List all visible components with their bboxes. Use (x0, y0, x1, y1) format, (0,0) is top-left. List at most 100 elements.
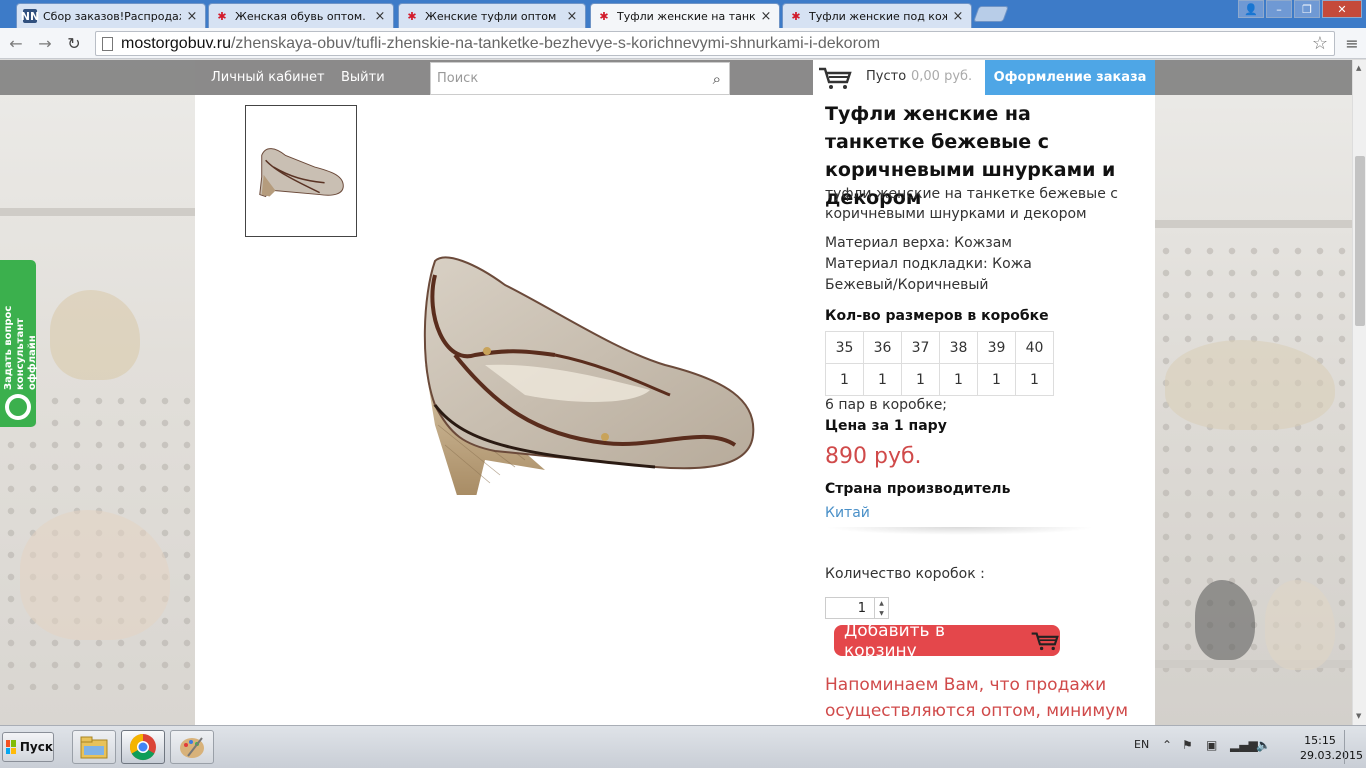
close-tab-icon[interactable]: × (373, 9, 387, 24)
star-icon: ✱ (791, 9, 801, 23)
consultant-line1: Задать вопрос (3, 305, 14, 390)
page-viewport: Личный кабинет Выйти Поиск ⌕ Пусто 0,00 … (0, 60, 1352, 725)
count-cell: 1 (825, 363, 864, 396)
new-tab-button[interactable] (973, 6, 1009, 22)
count-cell: 1 (939, 363, 978, 396)
browser-tab[interactable]: ✱ Женская обувь оптом. Купить × (208, 3, 394, 28)
sizes-table: 35 36 37 38 39 40 1 1 1 1 1 1 (825, 331, 1054, 396)
count-cell: 1 (977, 363, 1016, 396)
shoe-decoration (50, 290, 140, 380)
reload-icon[interactable]: ↻ (63, 32, 85, 54)
shelf-decoration (1155, 220, 1352, 228)
size-cell: 36 (863, 331, 902, 364)
product-price: 890 руб. (825, 444, 922, 469)
flag-icon[interactable]: ⚑ (1182, 738, 1193, 752)
close-tab-icon[interactable]: × (951, 9, 965, 24)
star-icon: ✱ (407, 9, 417, 23)
browser-tab-active[interactable]: ✱ Туфли женские на танкетке бежев × (590, 3, 780, 29)
paint-app-button[interactable] (170, 730, 214, 764)
sizes-label: Кол-во размеров в коробке (825, 308, 1049, 324)
user-icon[interactable]: 👤 (1238, 0, 1264, 18)
language-indicator[interactable]: EN (1134, 738, 1149, 751)
menu-icon[interactable]: ≡ (1344, 34, 1360, 53)
close-tab-icon[interactable]: × (565, 9, 579, 24)
consultant-line2: консультант оффлайн (15, 318, 38, 390)
forward-icon[interactable]: → (34, 32, 56, 54)
network-signal-icon[interactable]: ▂▄▆ (1230, 738, 1258, 752)
shoe-thumbnail-image (259, 148, 344, 198)
scroll-down-icon[interactable]: ▼ (1356, 712, 1361, 720)
window-controls: 👤 – ❐ ✕ (1236, 0, 1362, 18)
restore-icon[interactable]: ❐ (1294, 0, 1320, 18)
minimize-icon[interactable]: – (1266, 0, 1292, 18)
size-cell: 40 (1015, 331, 1054, 364)
spin-down-icon[interactable]: ▼ (879, 610, 884, 617)
consultant-tab[interactable]: Задать вопрос консультант оффлайн (0, 260, 38, 427)
product-thumbnail[interactable] (245, 105, 357, 237)
size-cell: 37 (901, 331, 940, 364)
bookmark-star-icon[interactable]: ☆ (1312, 33, 1328, 54)
volume-icon[interactable]: 🔈 (1256, 738, 1271, 752)
country-link[interactable]: Китай (825, 505, 870, 521)
start-button[interactable]: Пуск (2, 732, 54, 762)
chrome-icon (129, 733, 156, 761)
cabinet-link[interactable]: Личный кабинет (211, 70, 325, 85)
qty-value: 1 (857, 600, 866, 616)
browser-tab[interactable]: ✱ Туфли женские под кожу на × (782, 3, 972, 28)
product-main-image (423, 256, 755, 495)
close-tab-icon[interactable]: × (185, 9, 199, 24)
close-window-icon[interactable]: ✕ (1322, 0, 1362, 18)
sizes-row: 35 36 37 38 39 40 (825, 331, 1054, 364)
page-icon (102, 36, 113, 51)
address-bar[interactable]: mostorgobuv.ru/zhenskaya-obuv/tufli-zhen… (95, 31, 1335, 56)
size-cell: 38 (939, 331, 978, 364)
browser-tab[interactable]: ✱ Женские туфли оптом | Весь × (398, 3, 586, 28)
divider (825, 527, 1095, 535)
page-scrollbar[interactable]: ▲ ▼ (1352, 60, 1366, 725)
browser-tab[interactable]: NN Сбор заказов!Распродажа дешев × (16, 3, 206, 28)
search-input[interactable]: Поиск ⌕ (430, 62, 730, 95)
price-label: Цена за 1 пару (825, 418, 947, 434)
search-icon[interactable]: ⌕ (713, 70, 721, 88)
show-desktop-button[interactable] (1344, 730, 1364, 764)
explorer-app-button[interactable] (72, 730, 116, 764)
cart-status: Пусто (866, 69, 907, 84)
system-clock[interactable]: 15:15 29.03.2015 (1300, 733, 1363, 763)
device-icon[interactable]: ▣ (1206, 738, 1217, 752)
cart-sum: 0,00 руб. (911, 69, 973, 84)
back-icon[interactable]: ← (5, 32, 27, 54)
consultant-logo-icon (5, 394, 31, 420)
windows-logo-icon (6, 740, 16, 754)
qty-label: Количество коробок : (825, 566, 985, 582)
country-label: Страна производитель (825, 481, 1011, 497)
star-icon: ✱ (599, 10, 609, 23)
nn-icon: NN (20, 9, 40, 23)
product-content: Туфли женские на танкетке бежевые с кори… (195, 95, 1155, 725)
count-cell: 1 (1015, 363, 1054, 396)
scrollbar-thumb[interactable] (1355, 156, 1365, 326)
counts-row: 1 1 1 1 1 1 (825, 363, 1054, 396)
quantity-stepper[interactable]: 1 ▲ ▼ (825, 597, 889, 619)
paint-icon (180, 737, 204, 758)
count-cell: 1 (901, 363, 940, 396)
add-to-cart-button[interactable]: Добавить в корзину (834, 621, 1060, 661)
show-hidden-icons-icon[interactable]: ⌃ (1162, 738, 1172, 752)
os-taskbar: Пуск EN ⌃ ⚑ ▣ ▂▄▆ 🔈 15:15 29.03.2015 (0, 725, 1366, 768)
checkout-button[interactable]: Оформление заказа (985, 60, 1155, 95)
star-icon: ✱ (217, 9, 227, 23)
product-color: Бежевый/Коричневый (825, 277, 989, 293)
count-cell: 1 (863, 363, 902, 396)
scroll-up-icon[interactable]: ▲ (1356, 64, 1361, 72)
logout-link[interactable]: Выйти (341, 70, 385, 85)
background-right (1155, 60, 1352, 725)
size-cell: 35 (825, 331, 864, 364)
cart-widget[interactable]: Пусто 0,00 руб. (813, 60, 985, 95)
browser-toolbar: ← → ↻ mostorgobuv.ru/zhenskaya-obuv/tufl… (0, 28, 1366, 59)
close-tab-icon[interactable]: × (759, 9, 773, 24)
cart-icon (1031, 631, 1060, 650)
wholesale-notice: Напоминаем Вам, что продажи осуществляют… (825, 675, 1129, 721)
shelf-decoration (0, 208, 195, 216)
spin-up-icon[interactable]: ▲ (879, 600, 884, 607)
cart-icon (819, 67, 852, 89)
chrome-app-button[interactable] (121, 730, 165, 764)
